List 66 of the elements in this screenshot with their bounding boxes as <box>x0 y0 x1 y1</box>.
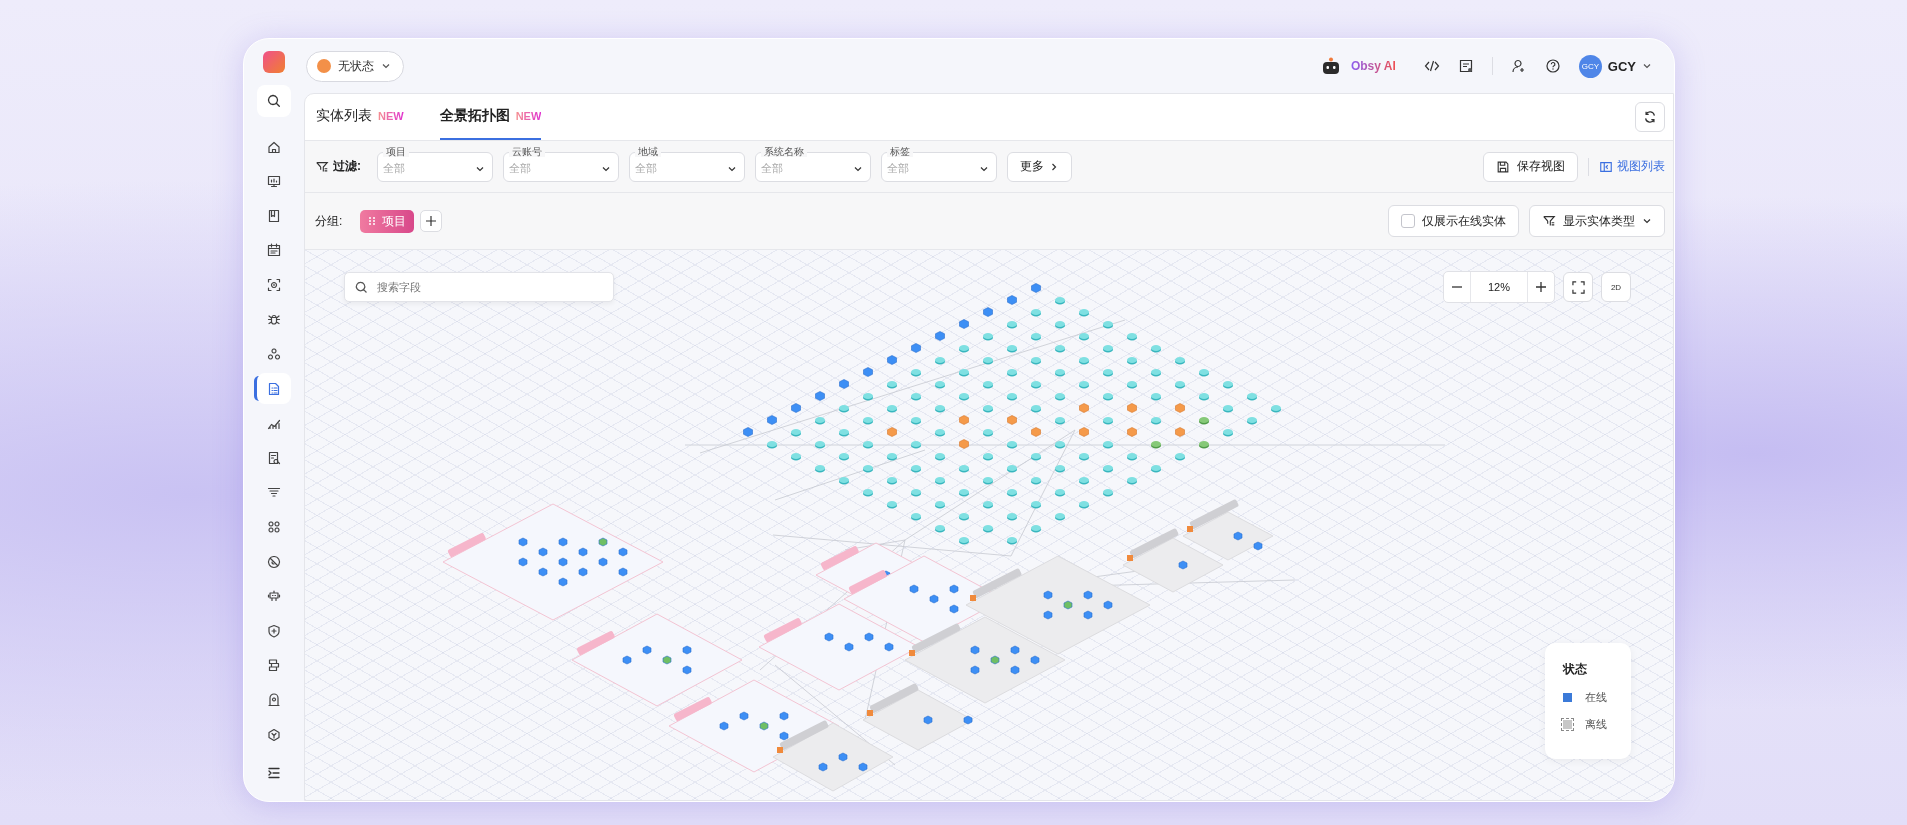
plus-icon <box>1535 281 1547 293</box>
caret-icon[interactable] <box>1642 61 1652 71</box>
caret-icon <box>1642 216 1652 226</box>
tab[interactable]: 实体列表 NEW <box>316 94 404 140</box>
more-filters-button[interactable]: 更多 <box>1007 151 1072 182</box>
view-mode-button[interactable]: 2D <box>1601 272 1631 302</box>
drag-handle-icon <box>368 216 377 226</box>
compass-icon <box>266 553 282 570</box>
dome-icon <box>266 692 282 708</box>
document-icon <box>266 380 282 397</box>
filter-dropdown[interactable]: 系统名称 全部 <box>755 144 871 182</box>
offline-swatch-icon <box>1563 720 1572 729</box>
chevron-right-icon <box>1049 161 1059 172</box>
legend-label: 离线 <box>1585 717 1607 732</box>
filter-dropdown[interactable]: 云账号 全部 <box>503 144 619 182</box>
sidebar-item[interactable] <box>257 373 291 405</box>
filter-dropdown[interactable]: 地域 全部 <box>629 144 745 182</box>
plus-icon <box>425 215 438 227</box>
user-name[interactable]: GCY <box>1607 58 1636 74</box>
help-icon[interactable] <box>1544 58 1561 74</box>
view-list-link[interactable]: 视图列表 <box>1599 158 1665 175</box>
legend-title: 状态 <box>1563 661 1588 678</box>
search-icon <box>354 279 369 295</box>
panel-icon <box>1599 159 1613 174</box>
face-icon <box>317 59 331 73</box>
refresh-icon <box>1643 110 1657 124</box>
scan-icon <box>266 276 282 293</box>
group-label: 分组: <box>315 212 343 230</box>
filter-dropdown[interactable]: 项目 全部 <box>377 144 493 182</box>
hexagon-icon <box>266 726 282 743</box>
add-user-icon[interactable] <box>1510 58 1527 74</box>
zoom-level: 12% <box>1470 272 1528 302</box>
online-swatch-icon <box>1563 693 1572 702</box>
monitor-icon <box>266 173 282 190</box>
calendar-icon <box>266 242 282 259</box>
group-chip[interactable]: 项目 <box>360 209 415 233</box>
entity-type-dropdown[interactable]: 显示实体类型 <box>1529 205 1665 237</box>
save-view-button[interactable]: 保存视图 <box>1483 151 1578 182</box>
online-only-checkbox[interactable]: 仅展示在线实体 <box>1388 205 1519 237</box>
grid-icon <box>266 519 282 536</box>
ai-assistant-link[interactable]: Obsy AI <box>1350 59 1396 73</box>
fullscreen-icon <box>1571 280 1585 294</box>
filter-icon <box>1542 214 1556 228</box>
shield-icon <box>266 622 282 639</box>
code-icon[interactable] <box>1423 58 1440 74</box>
refresh-button[interactable] <box>1635 102 1665 132</box>
add-group-button[interactable] <box>420 210 443 232</box>
fit-screen-button[interactable] <box>1563 272 1593 302</box>
document-search-icon <box>266 449 282 466</box>
legend-label: 在线 <box>1585 690 1607 705</box>
search-field[interactable]: 搜索字段 <box>344 272 614 302</box>
caret-icon <box>381 61 391 71</box>
filter-dropdown[interactable]: 标签 全部 <box>881 144 997 182</box>
filter-label: 过滤: <box>333 158 361 175</box>
filter-icon <box>315 159 329 174</box>
robot-icon[interactable] <box>1320 57 1341 75</box>
user-avatar[interactable]: GCY <box>1578 54 1602 78</box>
save-icon <box>1496 159 1510 174</box>
status-dropdown[interactable]: 无状态 <box>306 50 404 82</box>
document-icon[interactable] <box>1457 58 1474 74</box>
search-icon <box>266 93 282 109</box>
stack-icon <box>266 657 282 674</box>
book-icon <box>266 207 282 224</box>
logo-icon <box>263 51 285 73</box>
circles-icon <box>266 346 282 363</box>
search-button[interactable] <box>257 85 291 117</box>
